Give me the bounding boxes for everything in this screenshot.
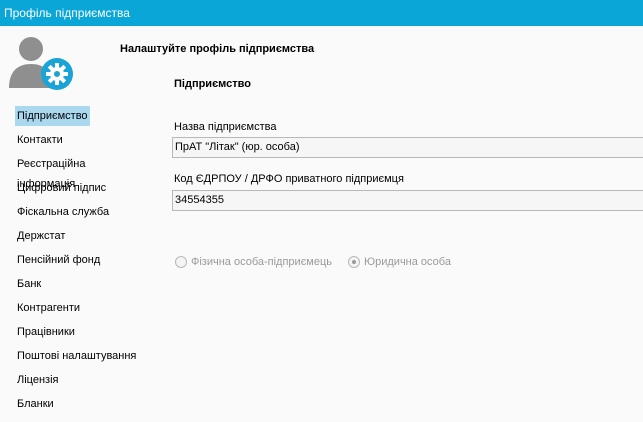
sidebar-item-label: Фіскальна служба (17, 206, 110, 218)
sidebar-item-label: Банк (17, 278, 42, 290)
page-heading: Налаштуйте профіль підприємства (120, 43, 315, 55)
sidebar-item-employees[interactable]: Працівники (13, 322, 143, 346)
company-name-field[interactable]: ПрАТ "Літак" (юр. особа) (172, 137, 643, 158)
edrpou-code-field[interactable]: 34554355 (172, 190, 643, 211)
radio-checked-icon (348, 256, 360, 268)
sidebar-item-bank[interactable]: Банк (13, 274, 143, 298)
sidebar-item-label: Бланки (17, 398, 54, 410)
radio-individual-entrepreneur[interactable]: Фізична особа-підприємець (175, 255, 332, 269)
sidebar-item-mail-settings[interactable]: Поштові налаштування (13, 346, 143, 370)
sidebar-item-pension-fund[interactable]: Пенсійний фонд (13, 250, 143, 274)
sidebar-item-label: Поштові налаштування (17, 350, 137, 362)
sidebar-item-fiscal-service[interactable]: Фіскальна служба (13, 202, 143, 226)
sidebar-nav: Підприємство Контакти Реєстраційна інфор… (13, 106, 143, 418)
sidebar-item-derzhstat[interactable]: Держстат (13, 226, 143, 250)
sidebar-item-label: Пенсійний фонд (17, 254, 101, 266)
company-name-label: Назва підприємства (174, 121, 277, 133)
window-title: Профіль підприємства (4, 6, 130, 20)
sidebar-item-registration[interactable]: Реєстраційна інформація (13, 154, 143, 190)
section-title: Підприємство (174, 78, 251, 90)
edrpou-code-label: Код ЄДРПОУ / ДРФО приватного підприємця (174, 173, 404, 185)
sidebar-item-enterprise[interactable]: Підприємство (13, 106, 143, 130)
sidebar-item-label: Працівники (17, 326, 75, 338)
sidebar-item-label: Держстат (17, 230, 66, 242)
sidebar-item-label: Цифровий підпис (17, 182, 107, 194)
sidebar-item-label: Контрагенти (17, 302, 81, 314)
radio-legal-label: Юридична особа (364, 256, 451, 268)
radio-individual-label: Фізична особа-підприємець (191, 256, 333, 268)
radio-unchecked-icon (175, 256, 187, 268)
sidebar-item-license[interactable]: Ліцензія (13, 370, 143, 394)
radio-legal-entity[interactable]: Юридична особа (348, 255, 451, 269)
sidebar-item-contacts[interactable]: Контакти (13, 130, 143, 154)
user-settings-icon (9, 36, 75, 92)
sidebar-item-forms[interactable]: Бланки (13, 394, 143, 418)
sidebar-item-label: Підприємство (15, 106, 90, 126)
sidebar-item-label: Ліцензія (17, 374, 59, 386)
sidebar-item-label: Контакти (17, 134, 63, 146)
sidebar-item-counterparties[interactable]: Контрагенти (13, 298, 143, 322)
window-title-bar: Профіль підприємства (0, 0, 643, 26)
